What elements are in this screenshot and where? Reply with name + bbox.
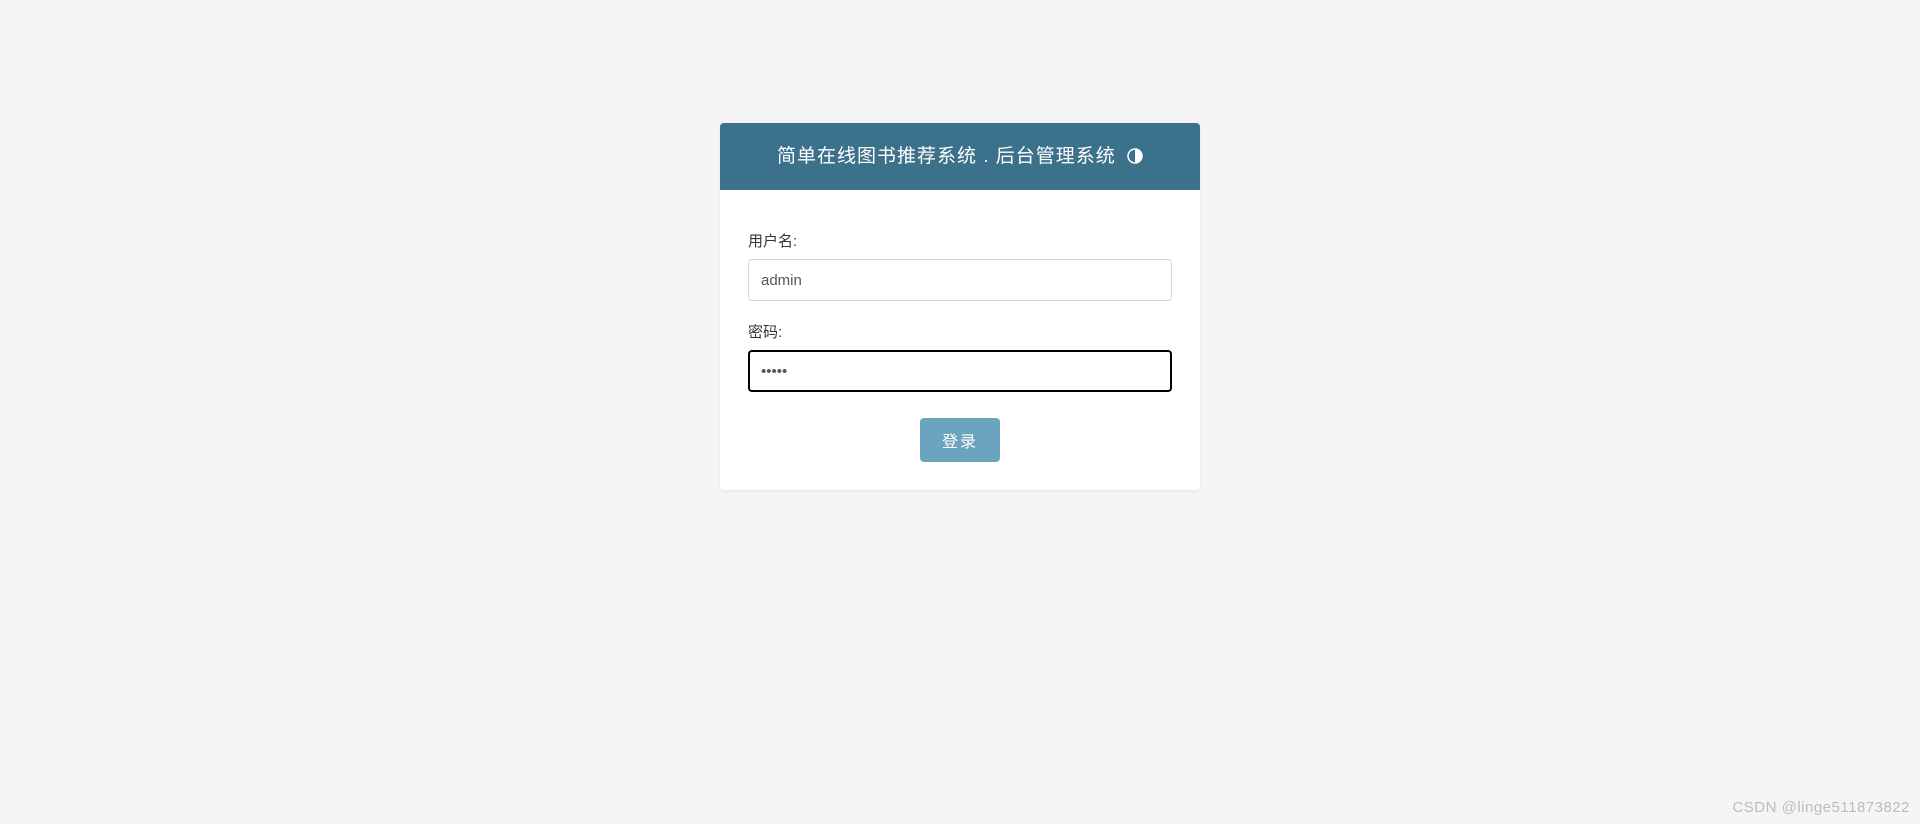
panel-body: 用户名: 密码: 登录 [720, 190, 1200, 490]
username-input[interactable] [748, 259, 1172, 301]
watermark: CSDN @linge511873822 [1732, 799, 1910, 816]
login-button[interactable]: 登录 [920, 418, 1000, 462]
username-label: 用户名: [748, 230, 1172, 251]
panel-header: 简单在线图书推荐系统 . 后台管理系统 [720, 123, 1200, 190]
contrast-icon [1127, 148, 1143, 170]
username-group: 用户名: [748, 230, 1172, 301]
panel-title: 简单在线图书推荐系统 . 后台管理系统 [777, 146, 1116, 167]
button-row: 登录 [748, 418, 1172, 462]
password-group: 密码: [748, 321, 1172, 392]
login-panel: 简单在线图书推荐系统 . 后台管理系统 用户名: 密码: 登录 [720, 123, 1200, 490]
password-input[interactable] [748, 350, 1172, 392]
password-label: 密码: [748, 321, 1172, 342]
